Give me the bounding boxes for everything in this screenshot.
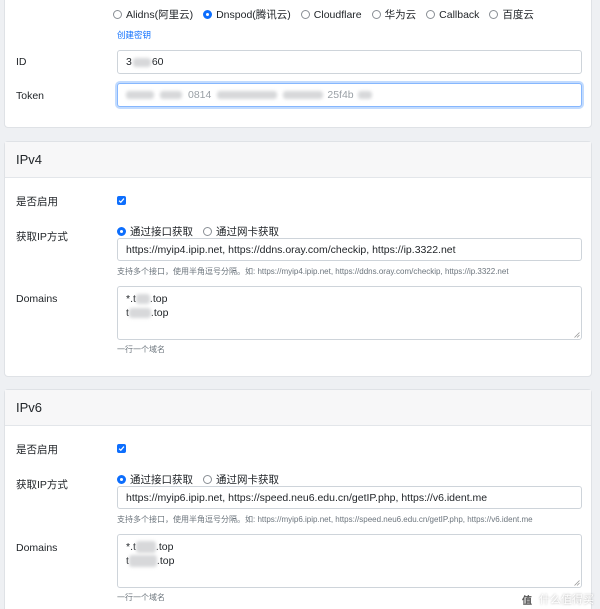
checkmark-icon [118, 446, 125, 452]
redacted-blur [135, 541, 156, 554]
ipv4-url-help: 支持多个接口，使用半角逗号分隔。如: https://myip4.ipip.ne… [117, 267, 509, 276]
domain-suffix: .top [156, 555, 175, 567]
ipv6-card: IPv6 是否启用 获取IP方式 通过接口获取 通过网卡获取 https://m… [4, 389, 592, 609]
radio-checked-icon[interactable] [203, 10, 213, 19]
ipv4-title: IPv4 [16, 152, 43, 167]
provider-option-alidns[interactable]: Alidns(阿里云) [113, 7, 193, 22]
provider-label-alidns: Alidns(阿里云) [126, 9, 194, 21]
redacted-blur [126, 91, 154, 99]
provider-label-callback: Callback [439, 8, 480, 21]
create-key-link[interactable]: 创建密钥 [117, 29, 151, 41]
redacted-blur [357, 91, 372, 99]
ipv4-url-value: https://myip4.ipip.net, https://ddns.ora… [126, 243, 456, 256]
radio-icon[interactable] [489, 10, 499, 19]
ipv4-get-ip-label: 获取IP方式 [16, 231, 68, 243]
ipv4-method-radio-group: 通过接口获取 通过网卡获取 [117, 224, 289, 239]
token-fragment-3: 25f4b [327, 89, 354, 101]
domain-prefix: *.t [126, 541, 136, 553]
token-label: Token [16, 90, 45, 102]
ipv6-get-ip-label: 获取IP方式 [16, 479, 68, 491]
ipv4-card-header: IPv4 [5, 142, 591, 178]
redacted-blur [135, 294, 150, 305]
domain-suffix: .top [150, 307, 169, 319]
ipv6-url-help: 支持多个接口，使用半角逗号分隔。如: https://myip6.ipip.ne… [117, 515, 533, 524]
ipv6-enable-label: 是否启用 [16, 444, 58, 456]
id-input[interactable]: 3 60 [117, 50, 582, 74]
radio-icon[interactable] [426, 10, 436, 19]
provider-option-dnspod[interactable]: Dnspod(腾讯云) [203, 7, 291, 22]
ipv4-domains-textarea[interactable]: *.t .top t .top [117, 286, 582, 340]
watermark-text: 什么值得买 [539, 594, 594, 606]
ipv6-method-nic-label: 通过网卡获取 [216, 474, 279, 486]
token-input[interactable]: 0814 25f4b [117, 83, 582, 107]
provider-label-dnspod: Dnspod(腾讯云) [216, 9, 291, 21]
provider-option-cloudflare[interactable]: Cloudflare [300, 8, 362, 21]
ipv4-url-input[interactable]: https://myip4.ipip.net, https://ddns.ora… [117, 238, 582, 261]
radio-icon[interactable] [203, 475, 212, 484]
checkmark-icon [118, 198, 125, 204]
radio-checked-icon[interactable] [117, 475, 126, 484]
ipv6-enable-checkbox[interactable] [117, 444, 126, 453]
redacted-blur [160, 91, 182, 99]
token-fragment-2: 0814 [188, 89, 212, 101]
radio-icon[interactable] [113, 10, 122, 19]
ipv4-enable-label: 是否启用 [16, 196, 58, 208]
ipv4-domains-help: 一行一个域名 [117, 345, 165, 354]
radio-icon[interactable] [371, 10, 381, 19]
domain-prefix: *.t [126, 293, 136, 305]
domain-suffix: .top [155, 541, 174, 553]
domain-suffix: .top [149, 293, 168, 305]
resize-handle-icon[interactable] [574, 332, 580, 338]
id-label: ID [16, 56, 27, 68]
provider-option-callback[interactable]: Callback [426, 9, 479, 21]
ipv6-method-api[interactable]: 通过接口获取 [117, 472, 193, 487]
provider-label-baidu: 百度云 [502, 9, 534, 21]
ipv6-url-input[interactable]: https://myip6.ipip.net, https://speed.ne… [117, 486, 582, 509]
redacted-blur [217, 91, 278, 99]
ipv6-domains-label: Domains [16, 542, 58, 554]
ipv6-method-radio-group: 通过接口获取 通过网卡获取 [117, 472, 289, 487]
resize-handle-icon[interactable] [574, 580, 580, 586]
radio-icon[interactable] [203, 227, 212, 236]
provider-option-baidu[interactable]: 百度云 [489, 7, 534, 22]
domain-line: t .top [126, 306, 573, 320]
domain-line: *.t .top [126, 292, 573, 306]
ipv6-method-nic[interactable]: 通过网卡获取 [203, 472, 279, 487]
provider-radio-group: Alidns(阿里云) Dnspod(腾讯云) Cloudflare 华为云 C… [113, 7, 544, 22]
ipv4-enable-checkbox[interactable] [117, 196, 126, 205]
ipv4-domains-label: Domains [16, 293, 58, 305]
domain-line: *.t .top [126, 540, 573, 554]
id-value-prefix: 3 [126, 56, 132, 68]
watermark-logo-icon: 值 [519, 591, 535, 607]
radio-checked-icon[interactable] [117, 227, 126, 236]
id-value-suffix: 60 [151, 56, 164, 68]
provider-label-cloudflare: Cloudflare [313, 8, 362, 21]
watermark: 值 什么值得买 [519, 591, 594, 607]
ipv6-domains-textarea[interactable]: *.t .top t .top [117, 534, 582, 588]
ipv6-title: IPv6 [16, 400, 43, 415]
redacted-blur [128, 308, 151, 319]
ipv4-method-nic[interactable]: 通过网卡获取 [203, 224, 279, 239]
ipv6-method-api-label: 通过接口获取 [130, 474, 193, 486]
ipv6-card-header: IPv6 [5, 390, 591, 426]
ipv4-method-api[interactable]: 通过接口获取 [117, 224, 193, 239]
ipv4-method-api-label: 通过接口获取 [130, 226, 193, 238]
provider-option-huawei[interactable]: 华为云 [371, 7, 417, 22]
ipv6-url-value: https://myip6.ipip.net, https://speed.ne… [126, 491, 488, 504]
ipv6-domains-help: 一行一个域名 [117, 593, 165, 602]
ipv4-method-nic-label: 通过网卡获取 [216, 226, 279, 238]
domain-line: t .top [126, 554, 573, 568]
provider-label-huawei: 华为云 [384, 9, 417, 21]
dns-provider-card: Alidns(阿里云) Dnspod(腾讯云) Cloudflare 华为云 C… [4, 0, 592, 128]
radio-icon[interactable] [300, 10, 310, 19]
redacted-blur [283, 91, 324, 99]
redacted-blur [132, 57, 151, 67]
ipv4-card: IPv4 是否启用 获取IP方式 通过接口获取 通过网卡获取 https://m… [4, 141, 592, 377]
redacted-blur [128, 555, 157, 568]
